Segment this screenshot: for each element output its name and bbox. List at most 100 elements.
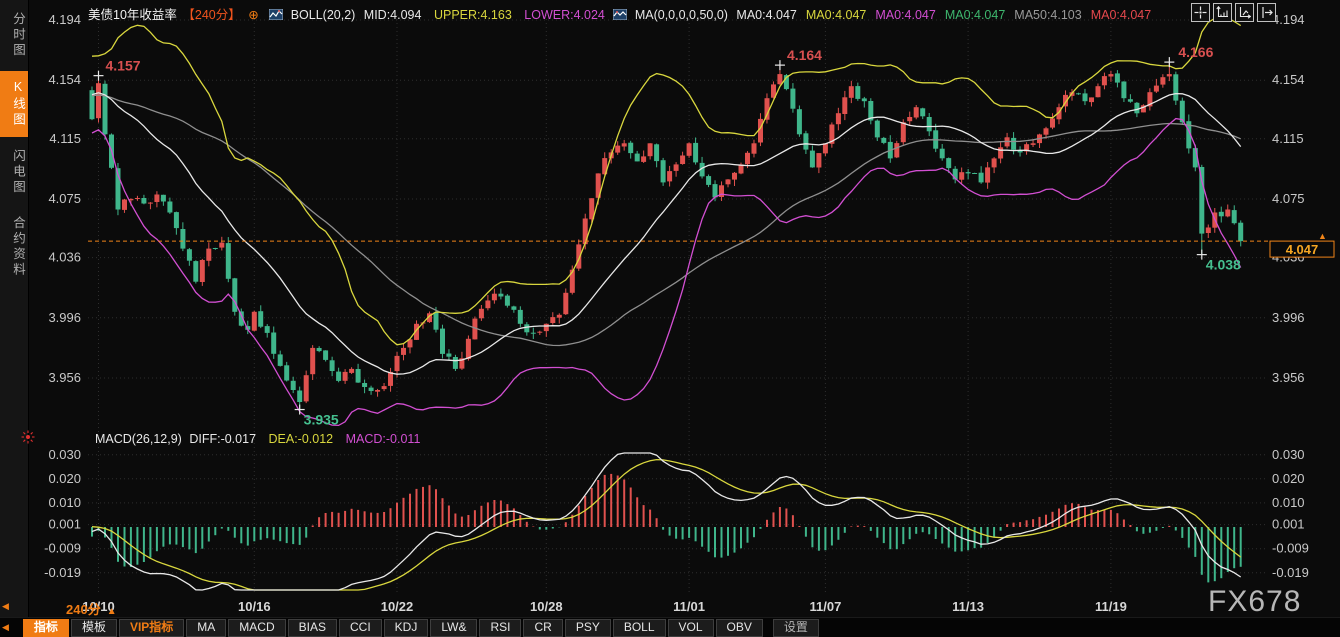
- collapse-icon[interactable]: ⊕: [248, 8, 258, 22]
- ma-value-3: MA0:4.047: [875, 8, 935, 22]
- macd-axis-label-right: 0.020: [1272, 471, 1305, 486]
- trading-app: 4.1944.1944.1544.1544.1154.1154.0754.075…: [0, 0, 1340, 637]
- candle-body: [842, 97, 847, 114]
- date-label: 11/19: [1095, 599, 1127, 614]
- candle-body: [401, 348, 406, 355]
- candle-body: [310, 348, 315, 374]
- macd-axis-label-right: 0.001: [1272, 517, 1305, 532]
- price-axis-label-left: 4.036: [48, 250, 81, 265]
- grid-layer: 4.1944.1944.1544.1544.1154.1154.0754.075…: [44, 12, 1309, 614]
- sidebar-item-2[interactable]: K线图: [0, 71, 28, 137]
- toolbar-item-RSI[interactable]: RSI: [479, 619, 521, 637]
- macd-settings-icon[interactable]: [21, 430, 35, 444]
- candle-body: [193, 261, 198, 282]
- boll-upper-line: [92, 16, 1241, 345]
- sidebar-item-1[interactable]: 分时图: [0, 3, 28, 68]
- toolbar-item-CCI[interactable]: CCI: [339, 619, 382, 637]
- candle-body: [583, 219, 588, 245]
- candle-body: [946, 158, 951, 168]
- toolbar-item-BIAS[interactable]: BIAS: [288, 619, 337, 637]
- toolbar-item-模板[interactable]: 模板: [71, 619, 117, 637]
- candle-body: [894, 143, 899, 157]
- chart-type-sidebar: 分时图 K线图闪电图合约资料: [0, 0, 29, 620]
- candle-body: [966, 172, 971, 173]
- current-price-value: 4.047: [1286, 242, 1319, 257]
- date-label: 11/07: [809, 599, 841, 614]
- toolbar-item-OBV[interactable]: OBV: [716, 619, 763, 637]
- price-axis-label-right: 4.075: [1272, 191, 1305, 206]
- kline-chart-canvas[interactable]: 4.1944.1944.1544.1544.1154.1154.0754.075…: [0, 0, 1340, 637]
- main-chart-legend: 美债10年收益率 【240分】 ⊕ BOLL(20,2) MID:4.094 U…: [88, 4, 1169, 23]
- candle-body: [985, 167, 990, 182]
- indicator-toolbar: ◀ 指标模板VIP指标MAMACDBIASCCIKDJLW&RSICRPSYBO…: [0, 617, 1340, 637]
- toolbar-item-MACD[interactable]: MACD: [228, 619, 285, 637]
- candle-body: [1160, 77, 1165, 84]
- sidebar-item-3[interactable]: 闪电图: [0, 140, 28, 205]
- candle-body: [615, 146, 620, 153]
- macd-dea-value: DEA:-0.012: [269, 432, 334, 446]
- candle-body: [641, 156, 646, 162]
- candle-body: [777, 74, 782, 84]
- toolbar-item-指标[interactable]: 指标: [23, 619, 69, 637]
- candle-body: [434, 312, 439, 329]
- timeframe-label[interactable]: 240分▲: [66, 599, 117, 618]
- candle-body: [317, 348, 322, 351]
- ma-value-4: MA0:4.047: [945, 8, 1005, 22]
- candle-body: [1011, 138, 1016, 150]
- candle-body: [304, 375, 309, 401]
- macd-macd-value: MACD:-0.011: [346, 432, 421, 446]
- candle-body: [252, 312, 257, 331]
- y-axis-scale-icon[interactable]: [1213, 3, 1232, 22]
- candle-body: [1232, 210, 1237, 223]
- toolbar-item-CR[interactable]: CR: [523, 619, 562, 637]
- candle-body: [914, 107, 919, 117]
- extreme-price-label: 4.164: [787, 47, 822, 63]
- candle-body: [862, 98, 867, 101]
- toolbar-item-VOL[interactable]: VOL: [668, 619, 714, 637]
- ma-indicator-icon[interactable]: [613, 9, 627, 20]
- candle-body: [661, 160, 666, 182]
- candle-body: [667, 171, 672, 181]
- x-axis-scale-icon[interactable]: [1235, 3, 1254, 22]
- candle-body: [343, 372, 348, 381]
- ma-value-2: MA0:4.047: [806, 8, 866, 22]
- candle-body: [797, 109, 802, 134]
- collapse-panel-icon[interactable]: [1257, 3, 1276, 22]
- toolbar-item-LW&[interactable]: LW&: [430, 619, 477, 637]
- candle-body: [1018, 151, 1023, 152]
- candle-body: [1050, 119, 1055, 128]
- candle-body: [992, 158, 997, 167]
- candle-body: [226, 243, 231, 279]
- boll-indicator-icon[interactable]: [269, 9, 283, 20]
- candle-body: [161, 195, 166, 202]
- toolbar-item-VIP指标[interactable]: VIP指标: [119, 619, 184, 637]
- candle-body: [1096, 86, 1101, 97]
- macd-axis-label-right: 0.030: [1272, 447, 1305, 462]
- extreme-price-label: 4.157: [105, 58, 140, 74]
- candle-body: [440, 329, 445, 354]
- toolbar-item-MA[interactable]: MA: [186, 619, 226, 637]
- symbol-title: 美债10年收益率: [88, 8, 177, 22]
- sidebar-item-4[interactable]: 合约资料: [0, 207, 28, 287]
- candle-body: [706, 176, 711, 185]
- date-label: 10/28: [530, 599, 563, 614]
- macd-axis-label-left: 0.030: [48, 447, 81, 462]
- toolbar-item-PSY[interactable]: PSY: [565, 619, 611, 637]
- candle-body: [167, 202, 172, 213]
- price-axis-label-left: 4.075: [48, 191, 81, 206]
- ma-value-5: MA50:4.103: [1014, 8, 1081, 22]
- toolbar-item-BOLL[interactable]: BOLL: [613, 619, 666, 637]
- candle-body: [336, 372, 341, 381]
- scroll-left-marker[interactable]: ◀: [2, 601, 9, 612]
- crosshair-icon[interactable]: [1191, 3, 1210, 22]
- macd-diff-value: DIFF:-0.017: [189, 432, 256, 446]
- boll-lower-value: LOWER:4.024: [524, 8, 605, 22]
- toolbar-item-KDJ[interactable]: KDJ: [384, 619, 429, 637]
- candle-body: [693, 143, 698, 163]
- toolbar-left-marker[interactable]: ◀: [2, 622, 9, 633]
- candle-body: [213, 248, 218, 249]
- toolbar-item-设置[interactable]: 设置: [773, 619, 819, 637]
- candle-body: [511, 306, 516, 309]
- candle-body: [369, 388, 374, 391]
- candle-body: [732, 173, 737, 180]
